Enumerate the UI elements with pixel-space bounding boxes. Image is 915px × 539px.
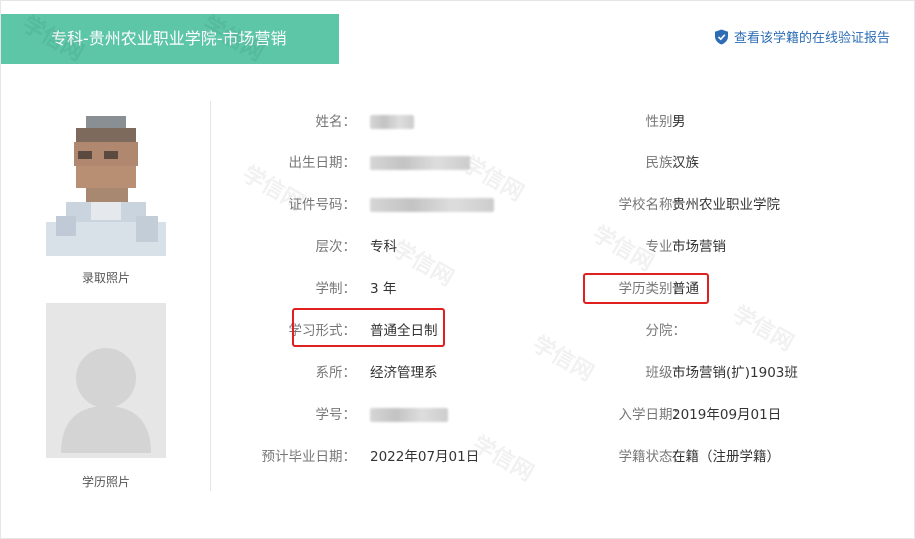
education-photo-placeholder (46, 303, 166, 458)
verify-report-link[interactable]: 查看该学籍的在线验证报告 (714, 27, 890, 46)
field-value: 汉族 (672, 155, 699, 171)
photo-panel: 录取照片 学历照片 (1, 101, 211, 491)
field-value: 市场营销 (672, 239, 726, 255)
watermark: 学信网 (387, 236, 458, 292)
field-label: 系所： (315, 365, 357, 381)
education-photo-caption: 学历照片 (81, 475, 130, 489)
field-label: 层次： (315, 239, 357, 255)
avatar-placeholder-icon (61, 348, 151, 453)
field-value: 普通 (672, 281, 699, 297)
field-label: 学习形式： (288, 323, 357, 339)
field-value: 贵州农业职业学院 (672, 197, 780, 213)
field-label: 学号： (315, 407, 357, 423)
field-value: 男 (672, 114, 686, 130)
student-status-card: 专科-贵州农业职业学院-市场营销 查看该学籍的在线验证报告 学信网 学信网 学信… (0, 0, 915, 539)
field-label: 预计毕业日期： (261, 449, 357, 465)
field-value: 2019年09月01日 (672, 407, 782, 423)
field-label: 入学日期： (618, 407, 687, 423)
shield-check-icon (714, 29, 729, 45)
field-label: 专业： (645, 239, 687, 255)
field-label: 班级： (645, 365, 687, 381)
field-value: 市场营销(扩)1903班 (672, 365, 798, 381)
field-label: 学历类别： (618, 281, 687, 297)
field-value: 经济管理系 (370, 365, 438, 381)
field-value: 专科 (370, 239, 397, 255)
field-label: 证件号码： (288, 197, 357, 213)
field-label: 学校名称： (618, 197, 687, 213)
field-label: 分院： (645, 323, 687, 339)
field-value: 2022年07月01日 (370, 449, 480, 465)
field-value: 3 年 (370, 281, 397, 297)
watermark: 学信网 (727, 301, 798, 357)
field-label: 出生日期： (288, 155, 357, 171)
admission-photo-caption: 录取照片 (81, 271, 130, 285)
field-value-redacted (370, 151, 470, 175)
field-label: 性别： (645, 114, 687, 130)
field-label: 学制： (315, 281, 357, 297)
field-value-redacted (370, 110, 414, 134)
field-value-redacted (370, 193, 494, 217)
field-value: 在籍（注册学籍） (672, 449, 780, 465)
verify-link-label: 查看该学籍的在线验证报告 (733, 31, 890, 46)
field-value-redacted (370, 403, 448, 427)
field-label: 姓名： (315, 114, 357, 130)
program-title: 专科-贵州农业职业学院-市场营销 (1, 14, 339, 64)
field-label: 学籍状态： (618, 449, 687, 465)
field-label: 民族： (645, 155, 687, 171)
field-value: 普通全日制 (370, 323, 438, 339)
admission-photo (46, 116, 166, 271)
